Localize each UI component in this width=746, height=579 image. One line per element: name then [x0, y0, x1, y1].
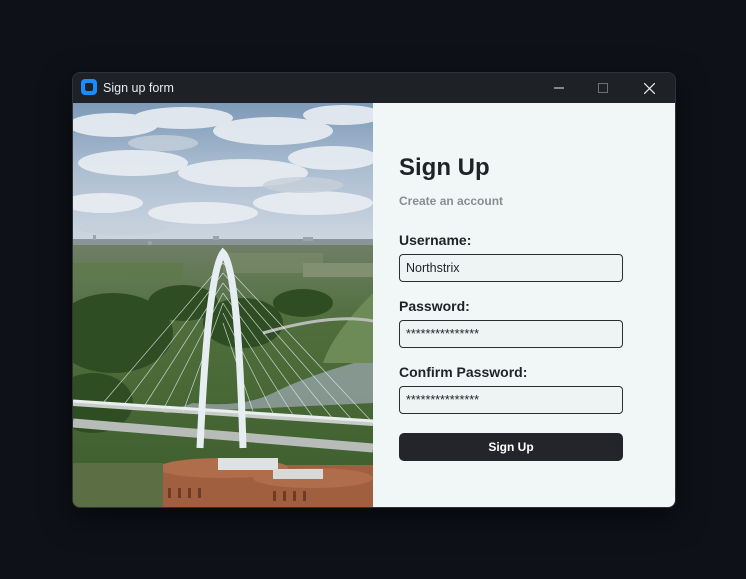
bridge-photo-illustration	[73, 103, 373, 507]
sign-up-button[interactable]: Sign Up	[399, 433, 623, 461]
app-icon	[81, 79, 97, 95]
confirm-password-label: Confirm Password:	[399, 364, 528, 380]
minimize-icon	[554, 87, 564, 89]
form-title: Sign Up	[399, 154, 490, 181]
form-subtitle: Create an account	[399, 194, 504, 208]
confirm-password-field[interactable]	[399, 386, 623, 414]
username-label: Username:	[399, 232, 472, 248]
password-label: Password:	[399, 298, 470, 314]
bridge-photo	[73, 103, 373, 507]
close-button[interactable]	[627, 73, 671, 103]
app-window: Sign up form Sign Up Create an account U…	[72, 72, 676, 508]
maximize-icon	[598, 83, 608, 93]
minimize-button[interactable]	[537, 73, 581, 103]
signup-form: Sign Up Create an account Username: Pass…	[373, 103, 675, 507]
password-field[interactable]	[399, 320, 623, 348]
title-bar[interactable]: Sign up form	[73, 73, 675, 103]
username-field[interactable]	[399, 254, 623, 282]
close-icon	[643, 82, 655, 94]
window-title: Sign up form	[103, 81, 174, 95]
maximize-button[interactable]	[581, 73, 625, 103]
